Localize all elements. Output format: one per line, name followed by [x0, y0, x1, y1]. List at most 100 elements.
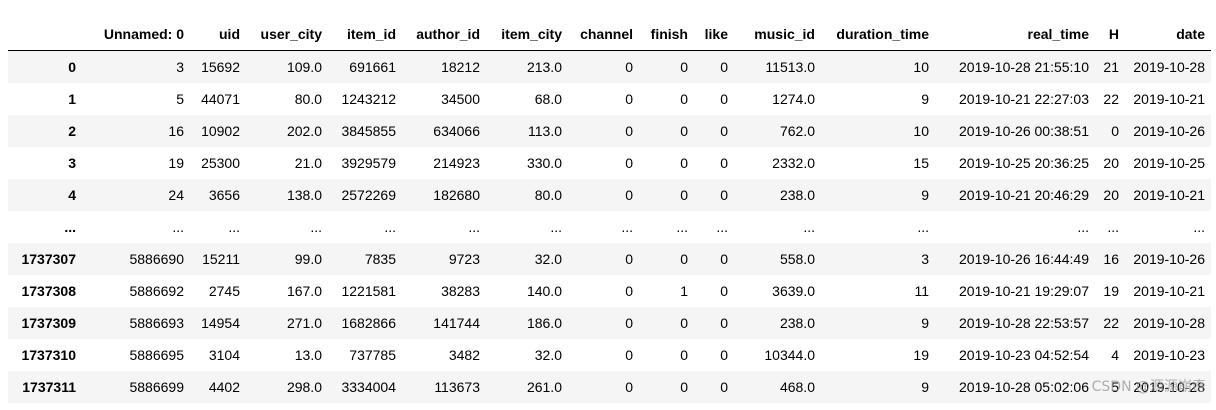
table-cell: 238.0	[779, 315, 815, 331]
table-cell: 3	[921, 251, 929, 267]
row-index-cell: 1737309	[21, 315, 76, 331]
index-header-cell	[8, 18, 82, 51]
table-row: 1 5 44071 80.0 1243212 34500 68.0 0 0 0 1274.0 9 201…	[8, 83, 1211, 115]
table-cell: 0	[625, 379, 633, 395]
table-cell: 1682866	[341, 315, 396, 331]
table-cell: 2019-10-21	[1133, 283, 1205, 299]
table-cell: 34500	[441, 91, 480, 107]
table-row: 1737310 5886695 3104 13.0 737785 3482 32.0 0 0 0 1…	[8, 339, 1211, 371]
table-cell: ...	[310, 219, 322, 235]
column-header: duration_time	[821, 18, 935, 51]
table-cell: 0	[680, 123, 688, 139]
table-cell: 0	[680, 155, 688, 171]
column-header: date	[1125, 18, 1211, 51]
table-cell: ...	[172, 219, 184, 235]
table-cell: 0	[720, 91, 728, 107]
table-row: 1737309 5886693 14954 271.0 1682866 141744 186…	[8, 307, 1211, 339]
table-cell: 0	[680, 315, 688, 331]
table-cell: 261.0	[526, 379, 562, 395]
table-cell: 24	[168, 187, 184, 203]
table-cell: 5886692	[129, 283, 184, 299]
table-cell: 0	[680, 187, 688, 203]
table-cell: 21.0	[294, 155, 322, 171]
table-cell: 4	[1111, 347, 1119, 363]
table-cell: ...	[468, 219, 480, 235]
table-row: 1737307 5886690 15211 99.0 7835 9723 32.0 0 0 0 55…	[8, 243, 1211, 275]
table-cell: ...	[1077, 219, 1089, 235]
table-cell: 0	[1111, 123, 1119, 139]
table-cell: 5886693	[129, 315, 184, 331]
table-row: 1737311 5886699 4402 298.0 3334004 113673 261.…	[8, 371, 1211, 403]
table-cell: 2019-10-26	[1133, 251, 1205, 267]
table-cell: 2019-10-28 22:53:57	[959, 315, 1089, 331]
table-cell: 2572269	[341, 187, 396, 203]
table-cell: ...	[803, 219, 815, 235]
table-cell: 22	[1103, 315, 1119, 331]
table-cell: 5886695	[129, 347, 184, 363]
table-cell: 468.0	[779, 379, 815, 395]
table-cell: 10344.0	[764, 347, 815, 363]
table-cell: 15692	[201, 59, 240, 75]
table-cell: 0	[625, 187, 633, 203]
column-header: finish	[639, 18, 694, 51]
table-cell: 38283	[441, 283, 480, 299]
table-cell: 68.0	[534, 91, 562, 107]
table-cell: 0	[720, 379, 728, 395]
table-cell: 2745	[208, 283, 240, 299]
table-cell: 1274.0	[772, 91, 815, 107]
table-cell: 32.0	[534, 347, 562, 363]
table-cell: 1221581	[341, 283, 396, 299]
table-cell: 271.0	[286, 315, 322, 331]
table-row: 3 19 25300 21.0 3929579 214923 330.0 0 0 0 2332.0 1…	[8, 147, 1211, 179]
table-cell: 0	[720, 155, 728, 171]
table-cell: 19	[168, 155, 184, 171]
table-cell: 0	[720, 347, 728, 363]
table-cell: 0	[680, 59, 688, 75]
table-cell: 3	[176, 59, 184, 75]
column-header: Unnamed: 0	[82, 18, 190, 51]
table-cell: 109.0	[286, 59, 322, 75]
table-cell: 11513.0	[765, 59, 815, 75]
table-cell: 0	[720, 123, 728, 139]
row-index-cell: 1737308	[21, 283, 76, 299]
row-index-cell: 4	[68, 187, 76, 203]
table-cell: 9723	[448, 251, 480, 267]
table-cell: 2019-10-21 20:46:29	[959, 187, 1089, 203]
dataframe-output: Unnamed: 0 uid user_city item_id author_id it…	[8, 18, 1211, 403]
table-cell: 0	[680, 91, 688, 107]
table-cell: 44071	[201, 91, 240, 107]
table-cell: 0	[720, 187, 728, 203]
table-cell: 7835	[364, 251, 396, 267]
table-cell: 2019-10-25	[1133, 155, 1205, 171]
table-cell: 0	[680, 379, 688, 395]
table-cell: 13.0	[294, 347, 322, 363]
row-index-cell: 1737311	[22, 379, 76, 395]
table-cell: 3482	[448, 347, 480, 363]
table-cell: 141744	[433, 315, 480, 331]
table-cell: 2019-10-28	[1133, 315, 1205, 331]
column-header: item_city	[486, 18, 568, 51]
table-cell: 0	[625, 347, 633, 363]
table-cell: 18212	[441, 59, 480, 75]
table-cell: 182680	[433, 187, 480, 203]
table-cell: 0	[720, 251, 728, 267]
table-cell: 3656	[208, 187, 240, 203]
table-cell: 691661	[349, 59, 396, 75]
table-row: 4 24 3656 138.0 2572269 182680 80.0 0 0 0 238.0 9 20…	[8, 179, 1211, 211]
table-cell: 20	[1103, 155, 1119, 171]
row-index-cell: ...	[64, 219, 76, 235]
table-cell: 0	[720, 59, 728, 75]
table-cell: ...	[384, 219, 396, 235]
table-body: 0 3 15692 109.0 691661 18212 213.0 0 0 0 11513.0 10…	[8, 50, 1211, 403]
table-cell: ...	[228, 219, 240, 235]
table-cell: 9	[921, 315, 929, 331]
table-cell: 213.0	[526, 59, 562, 75]
table-cell: 19	[1103, 283, 1119, 299]
table-cell: 32.0	[534, 251, 562, 267]
table-cell: 330.0	[526, 155, 562, 171]
table-cell: 5	[176, 91, 184, 107]
watermark-text: CSDN @源源崩奇	[1091, 379, 1206, 395]
table-cell: 167.0	[286, 283, 322, 299]
row-index-cell: 1737307	[21, 251, 76, 267]
table-cell: ...	[716, 219, 728, 235]
